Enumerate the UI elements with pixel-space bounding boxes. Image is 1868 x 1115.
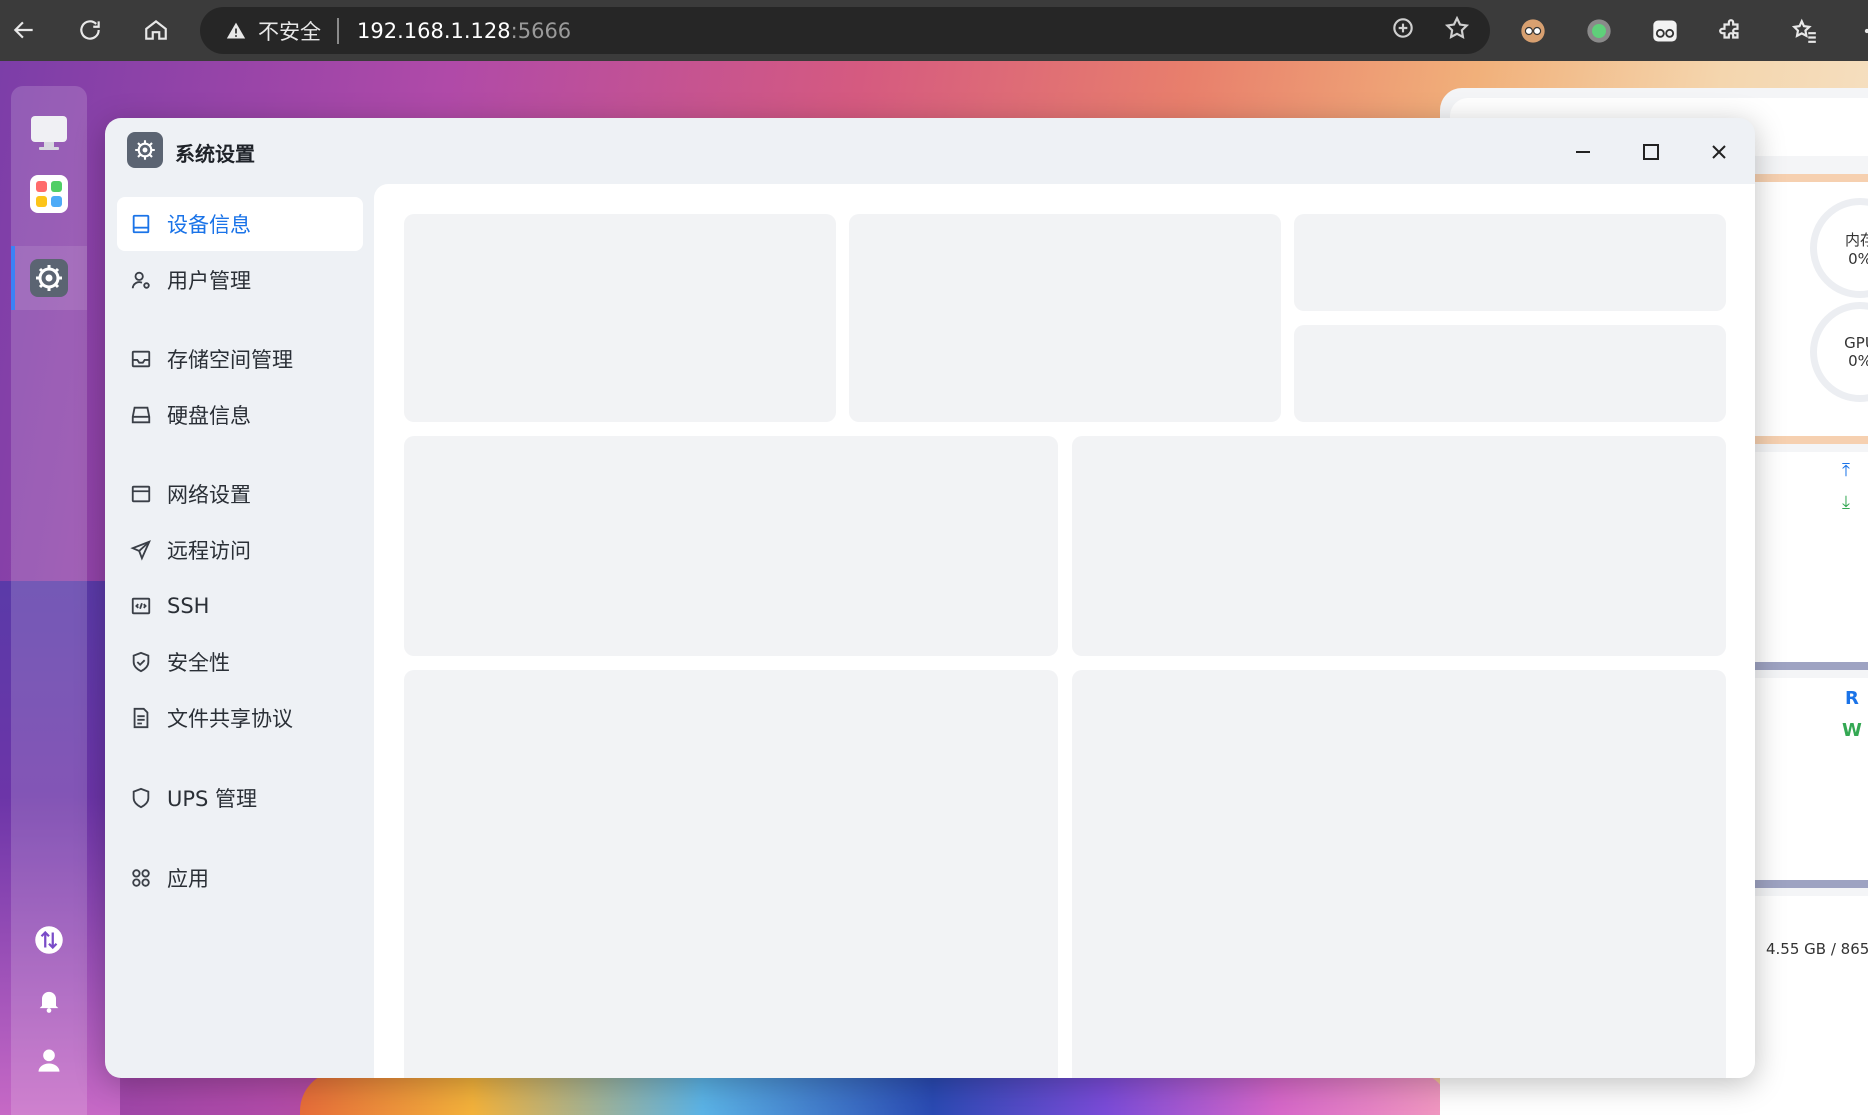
- placeholder-card: [404, 436, 1058, 656]
- window-titlebar[interactable]: 系统设置: [105, 118, 1755, 184]
- maximize-button[interactable]: [1631, 132, 1671, 172]
- shield-icon: [129, 786, 153, 810]
- close-button[interactable]: [1699, 132, 1739, 172]
- network-icon: [129, 482, 153, 506]
- inbox-icon: [129, 347, 153, 371]
- placeholder-card: [404, 214, 836, 422]
- placeholder-card: [1072, 670, 1726, 1078]
- address-bar[interactable]: 不安全 192.168.1.128 :5666: [200, 7, 1490, 54]
- settings-sidebar: 设备信息 用户管理 存储空间管理 硬盘信息 网络设置 远程访问 SSH 安全性 …: [105, 184, 367, 1078]
- settings-content-area: [374, 184, 1755, 1078]
- sidebar-item-remote-access[interactable]: 远程访问: [117, 523, 363, 577]
- dock-notification-bell-icon[interactable]: [29, 980, 69, 1020]
- sidebar-item-security[interactable]: 安全性: [117, 635, 363, 689]
- gpu-gauge: GPU 0%: [1810, 302, 1868, 402]
- settings-gear-icon: [127, 132, 163, 168]
- sidebar-item-label: 用户管理: [167, 269, 251, 293]
- more-menu-icon[interactable]: [1850, 14, 1868, 48]
- monitor-icon: [129, 212, 153, 236]
- extensions-puzzle-icon[interactable]: [1714, 14, 1748, 48]
- sidebar-item-label: 应用: [167, 867, 209, 891]
- sidebar-item-file-sharing[interactable]: 文件共享协议: [117, 691, 363, 745]
- address-divider: [337, 17, 339, 44]
- sidebar-item-storage[interactable]: 存储空间管理: [117, 332, 363, 386]
- sidebar-item-label: 文件共享协议: [167, 707, 293, 731]
- upload-arrow-icon: ⤒: [1842, 460, 1850, 481]
- dock-user-icon[interactable]: [29, 1040, 69, 1080]
- sidebar-item-label: 设备信息: [167, 213, 251, 237]
- browser-toolbar: 不安全 192.168.1.128 :5666: [0, 0, 1868, 61]
- extension-glasses-icon[interactable]: [1648, 14, 1682, 48]
- dock-settings-icon[interactable]: [29, 258, 69, 298]
- system-settings-window: 系统设置 设备信息 用户管理 存储空间管理 硬盘信息 网络设置 远程访问 SSH…: [105, 118, 1755, 1078]
- home-icon[interactable]: [136, 10, 176, 50]
- user-gear-icon: [129, 268, 153, 292]
- reload-icon[interactable]: [70, 10, 110, 50]
- placeholder-card: [1294, 214, 1726, 311]
- harddrive-icon: [129, 403, 153, 427]
- sidebar-item-label: 硬盘信息: [167, 404, 251, 428]
- disk-write-label: W: [1842, 720, 1862, 741]
- send-icon: [129, 538, 153, 562]
- shield-check-icon: [129, 650, 153, 674]
- minimize-button[interactable]: [1563, 132, 1603, 172]
- url-port: :5666: [510, 18, 572, 43]
- sidebar-item-label: SSH: [167, 594, 210, 618]
- back-arrow-icon[interactable]: [4, 10, 44, 50]
- placeholder-card: [849, 214, 1281, 422]
- dock-transfer-icon[interactable]: [29, 920, 69, 960]
- apps-icon: [129, 866, 153, 890]
- memory-gauge: 内存 0%: [1810, 198, 1868, 298]
- favorite-star-icon[interactable]: [1444, 15, 1470, 46]
- placeholder-card: [1294, 325, 1726, 422]
- window-title: 系统设置: [175, 142, 255, 166]
- sidebar-item-label: 存储空间管理: [167, 348, 293, 372]
- storage-usage-text: 4.55 GB / 865.3: [1766, 940, 1868, 958]
- sidebar-item-device-info[interactable]: 设备信息: [117, 197, 363, 251]
- sidebar-item-ssh[interactable]: SSH: [117, 579, 363, 633]
- memory-gauge-label: 内存: [1844, 230, 1868, 249]
- warning-icon[interactable]: [226, 21, 246, 41]
- dock-app-center-icon[interactable]: [29, 174, 69, 214]
- sidebar-item-label: 网络设置: [167, 483, 251, 507]
- sidebar-item-label: 安全性: [167, 651, 230, 675]
- url-host: 192.168.1.128: [357, 18, 511, 43]
- extension-avatar-icon[interactable]: [1516, 14, 1550, 48]
- extension-green-icon[interactable]: [1582, 14, 1616, 48]
- memory-gauge-value: 0%: [1848, 249, 1868, 268]
- document-icon: [129, 706, 153, 730]
- dock: [11, 86, 87, 1115]
- gpu-gauge-value: 0%: [1848, 352, 1868, 370]
- sidebar-item-label: UPS 管理: [167, 787, 258, 811]
- placeholder-card: [404, 670, 1058, 1078]
- download-arrow-icon: ⤓: [1842, 492, 1850, 513]
- favorites-list-icon[interactable]: [1788, 14, 1822, 48]
- gpu-gauge-label: GPU: [1844, 334, 1868, 352]
- placeholder-card: [1072, 436, 1726, 656]
- sidebar-item-user-management[interactable]: 用户管理: [117, 253, 363, 307]
- disk-read-label: R: [1845, 688, 1859, 709]
- sidebar-item-label: 远程访问: [167, 539, 251, 563]
- sidebar-item-ups[interactable]: UPS 管理: [117, 771, 363, 825]
- sidebar-item-apps[interactable]: 应用: [117, 851, 363, 905]
- translate-icon[interactable]: [1390, 15, 1416, 46]
- sidebar-item-network[interactable]: 网络设置: [117, 467, 363, 521]
- sidebar-item-disk-info[interactable]: 硬盘信息: [117, 388, 363, 442]
- dock-desktop-icon[interactable]: [29, 112, 69, 152]
- insecure-label[interactable]: 不安全: [258, 16, 321, 46]
- code-icon: [129, 594, 153, 618]
